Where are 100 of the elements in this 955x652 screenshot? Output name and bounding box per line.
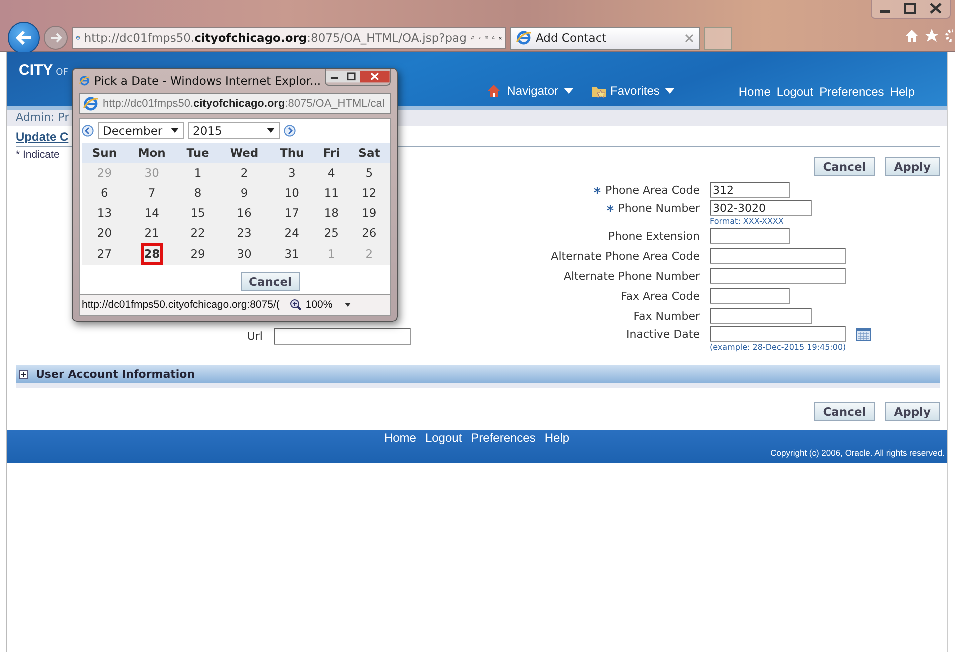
nav-menu[interactable]: Favorites [592,84,675,98]
calendar-day[interactable]: 17 [282,205,302,221]
calendar-day[interactable]: 12 [359,185,380,201]
weekday-header: Sun [82,143,128,163]
caret-icon [171,128,179,133]
calendar-day[interactable]: 1 [188,165,208,181]
calendar-day[interactable]: 10 [282,185,302,201]
input-field[interactable]: 302-3020 [710,200,812,216]
previous-month-icon[interactable] [82,124,94,136]
input-field[interactable] [710,268,846,284]
input-field[interactable]: 312 [710,182,790,198]
input-field[interactable] [710,308,812,324]
input-field[interactable] [274,328,411,345]
logo-text: CITY [19,62,54,79]
footer-link[interactable]: Home [384,431,416,445]
calendar-day[interactable]: 25 [322,225,342,241]
calendar-day[interactable]: 2 [234,165,254,181]
weekday-header: Tue [176,143,220,163]
calendar-day[interactable]: 15 [188,205,208,221]
calendar-day[interactable]: 27 [94,246,115,262]
calendar-day[interactable]: 23 [234,225,254,241]
calendar-day[interactable]: 30 [234,246,254,262]
zoom-level[interactable]: 100% [306,299,333,311]
calendar-icon[interactable] [856,328,871,340]
action-button[interactable]: Cancel [814,157,876,176]
calendar-day[interactable]: 5 [359,165,380,181]
calendar-day[interactable]: 16 [234,205,254,221]
calendar-day[interactable]: 4 [322,165,342,181]
input-field[interactable] [710,248,846,264]
calendar-day[interactable]: 7 [142,185,162,201]
section-header[interactable]: User Account Information [16,365,940,388]
field-label: Phone Number [618,202,700,214]
field-label: Fax Area Code [620,290,700,302]
forward-button[interactable] [44,26,68,50]
next-month-icon[interactable] [284,124,296,136]
calendar-day[interactable]: 26 [359,225,380,241]
maximize-icon[interactable] [343,69,360,85]
popup-title: Pick a Date - Windows Internet Explor... [94,74,322,88]
header-link[interactable]: Preferences [820,85,884,99]
url-text: http://dc01fmps50.cityofchicago.org:8075/OA_HTML/cal [103,98,385,110]
house-icon [488,84,502,98]
close-icon[interactable] [360,69,390,85]
cancel-button[interactable]: Cancel [241,272,300,291]
date-field[interactable] [710,326,846,342]
header-link[interactable]: Home [738,85,771,99]
calendar-day[interactable]: 28 [141,243,164,265]
weekday-header: Fri [314,143,349,163]
field-label: Phone Extension [608,230,700,242]
field-label: Alternate Phone Area Code [551,250,700,262]
weekday-header: Thu [270,143,314,163]
weekday-header: Mon [127,143,177,163]
dropdown[interactable]: 2015 [188,122,280,139]
input-field[interactable] [710,288,790,304]
minimize-icon[interactable] [326,69,344,85]
calendar-day[interactable]: 18 [322,205,342,221]
weekday-header: Wed [219,143,270,163]
address-bar[interactable]: http://dc01fmps50.cityofchicago.org:8075/OA_HTML/cal [79,93,391,114]
calendar-day[interactable]: 21 [142,225,162,241]
logo-text: OF [56,68,68,78]
address-bar[interactable]: http://dc01fmps50.cityofchicago.org:8075/OA_HTML/OA.jsp?pag [72,27,506,49]
browser-tab[interactable]: Add Contact [510,26,700,50]
star-icon[interactable] [925,29,939,43]
calendar-day[interactable]: 14 [142,205,162,221]
forward-arrow-icon [50,33,62,43]
calendar-day[interactable]: 20 [94,225,115,241]
action-button[interactable]: Cancel [814,402,876,421]
required-note: * Indicate [16,149,60,161]
action-button[interactable]: Apply [885,402,940,421]
footer-link[interactable]: Help [544,431,570,445]
calendar-day[interactable]: 31 [282,246,302,262]
calendar-day[interactable]: 11 [322,185,342,201]
browser-logo-icon [516,30,532,46]
header-link[interactable]: Logout [776,85,814,99]
footer-link[interactable]: Preferences [471,431,536,445]
calendar-day[interactable]: 8 [188,185,208,201]
folder-icon [592,84,606,98]
calendar-day[interactable]: 24 [282,225,302,241]
caret-icon [664,88,675,94]
input-field[interactable] [710,228,790,244]
calendar-day[interactable]: 6 [94,185,115,201]
nav-menu[interactable]: Navigator [488,84,574,98]
calendar-day[interactable]: 13 [94,205,115,221]
zoom-icon[interactable] [290,299,302,311]
action-button[interactable]: Apply [885,157,940,176]
dropdown[interactable]: December [98,122,184,139]
calendar-day[interactable]: 22 [188,225,208,241]
header-link[interactable]: Help [890,85,915,99]
calendar-day[interactable]: 19 [359,205,380,221]
footer-link[interactable]: Logout [425,431,462,445]
field-label: Inactive Date [626,328,700,340]
back-button[interactable] [8,22,40,54]
calendar-day[interactable]: 3 [282,165,302,181]
tab-title: Add Contact [536,31,608,45]
weekday-header: Sat [348,143,390,163]
page-title: Update C [16,130,69,144]
field-label: Alternate Phone Number [564,270,700,282]
calendar-day[interactable]: 9 [234,185,254,201]
status-url: http://dc01fmps50.cityofchicago.org:8075/( [82,299,280,311]
calendar-day[interactable]: 29 [188,246,208,262]
expand-icon[interactable] [19,370,28,378]
